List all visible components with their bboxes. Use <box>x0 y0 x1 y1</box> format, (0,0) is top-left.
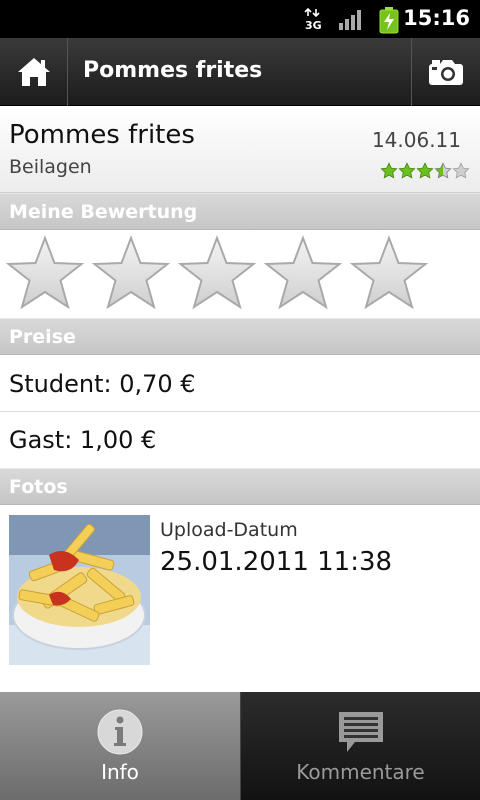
dish-category: Beilagen <box>9 156 92 178</box>
page-title: Pommes frites <box>83 58 263 83</box>
my-rating-stars[interactable] <box>0 231 480 317</box>
data-3g-icon: 3G <box>304 7 322 31</box>
svg-text:3G: 3G <box>305 19 322 31</box>
tab-comments-label: Kommentare <box>296 760 425 784</box>
upload-date-label: Upload-Datum <box>160 519 298 541</box>
home-icon <box>17 58 50 86</box>
signal-icon <box>339 10 361 30</box>
bottom-tab-bar: Info Kommentare <box>0 692 480 800</box>
price-student: Student: 0,70 € <box>0 356 480 412</box>
rating-star-3-icon[interactable] <box>177 235 257 311</box>
battery-charging-icon <box>379 7 399 34</box>
info-icon <box>97 709 143 755</box>
star-icon <box>398 162 416 179</box>
upload-date-value: 25.01.2011 11:38 <box>160 547 393 577</box>
dish-header: Pommes frites Beilagen 14.06.11 <box>0 106 480 193</box>
section-header-photos: Fotos <box>0 468 480 505</box>
action-bar: Pommes frites <box>0 38 480 106</box>
tab-comments[interactable]: Kommentare <box>240 692 480 800</box>
status-bar: 3G 15:16 <box>0 0 480 38</box>
tab-info-label: Info <box>101 760 139 784</box>
dish-photo[interactable] <box>9 515 150 665</box>
home-button[interactable] <box>0 38 68 106</box>
star-icon <box>380 162 398 179</box>
rating-star-5-icon[interactable] <box>349 235 429 311</box>
tab-info[interactable]: Info <box>0 692 240 800</box>
camera-button[interactable] <box>411 38 480 106</box>
section-header-prices: Preise <box>0 318 480 355</box>
clock: 15:16 <box>403 6 470 30</box>
star-icon <box>416 162 434 179</box>
comment-icon <box>339 712 383 752</box>
dish-date: 14.06.11 <box>371 128 461 152</box>
dish-name: Pommes frites <box>9 120 195 150</box>
camera-icon <box>429 60 463 85</box>
empty-star-icon <box>452 162 470 179</box>
rating-star-1-icon[interactable] <box>5 235 85 311</box>
rating-star-2-icon[interactable] <box>91 235 171 311</box>
half-star-icon <box>434 162 452 179</box>
section-header-my-rating: Meine Bewertung <box>0 193 480 230</box>
rating-star-4-icon[interactable] <box>263 235 343 311</box>
average-rating <box>380 162 470 180</box>
price-guest: Gast: 1,00 € <box>0 412 480 468</box>
